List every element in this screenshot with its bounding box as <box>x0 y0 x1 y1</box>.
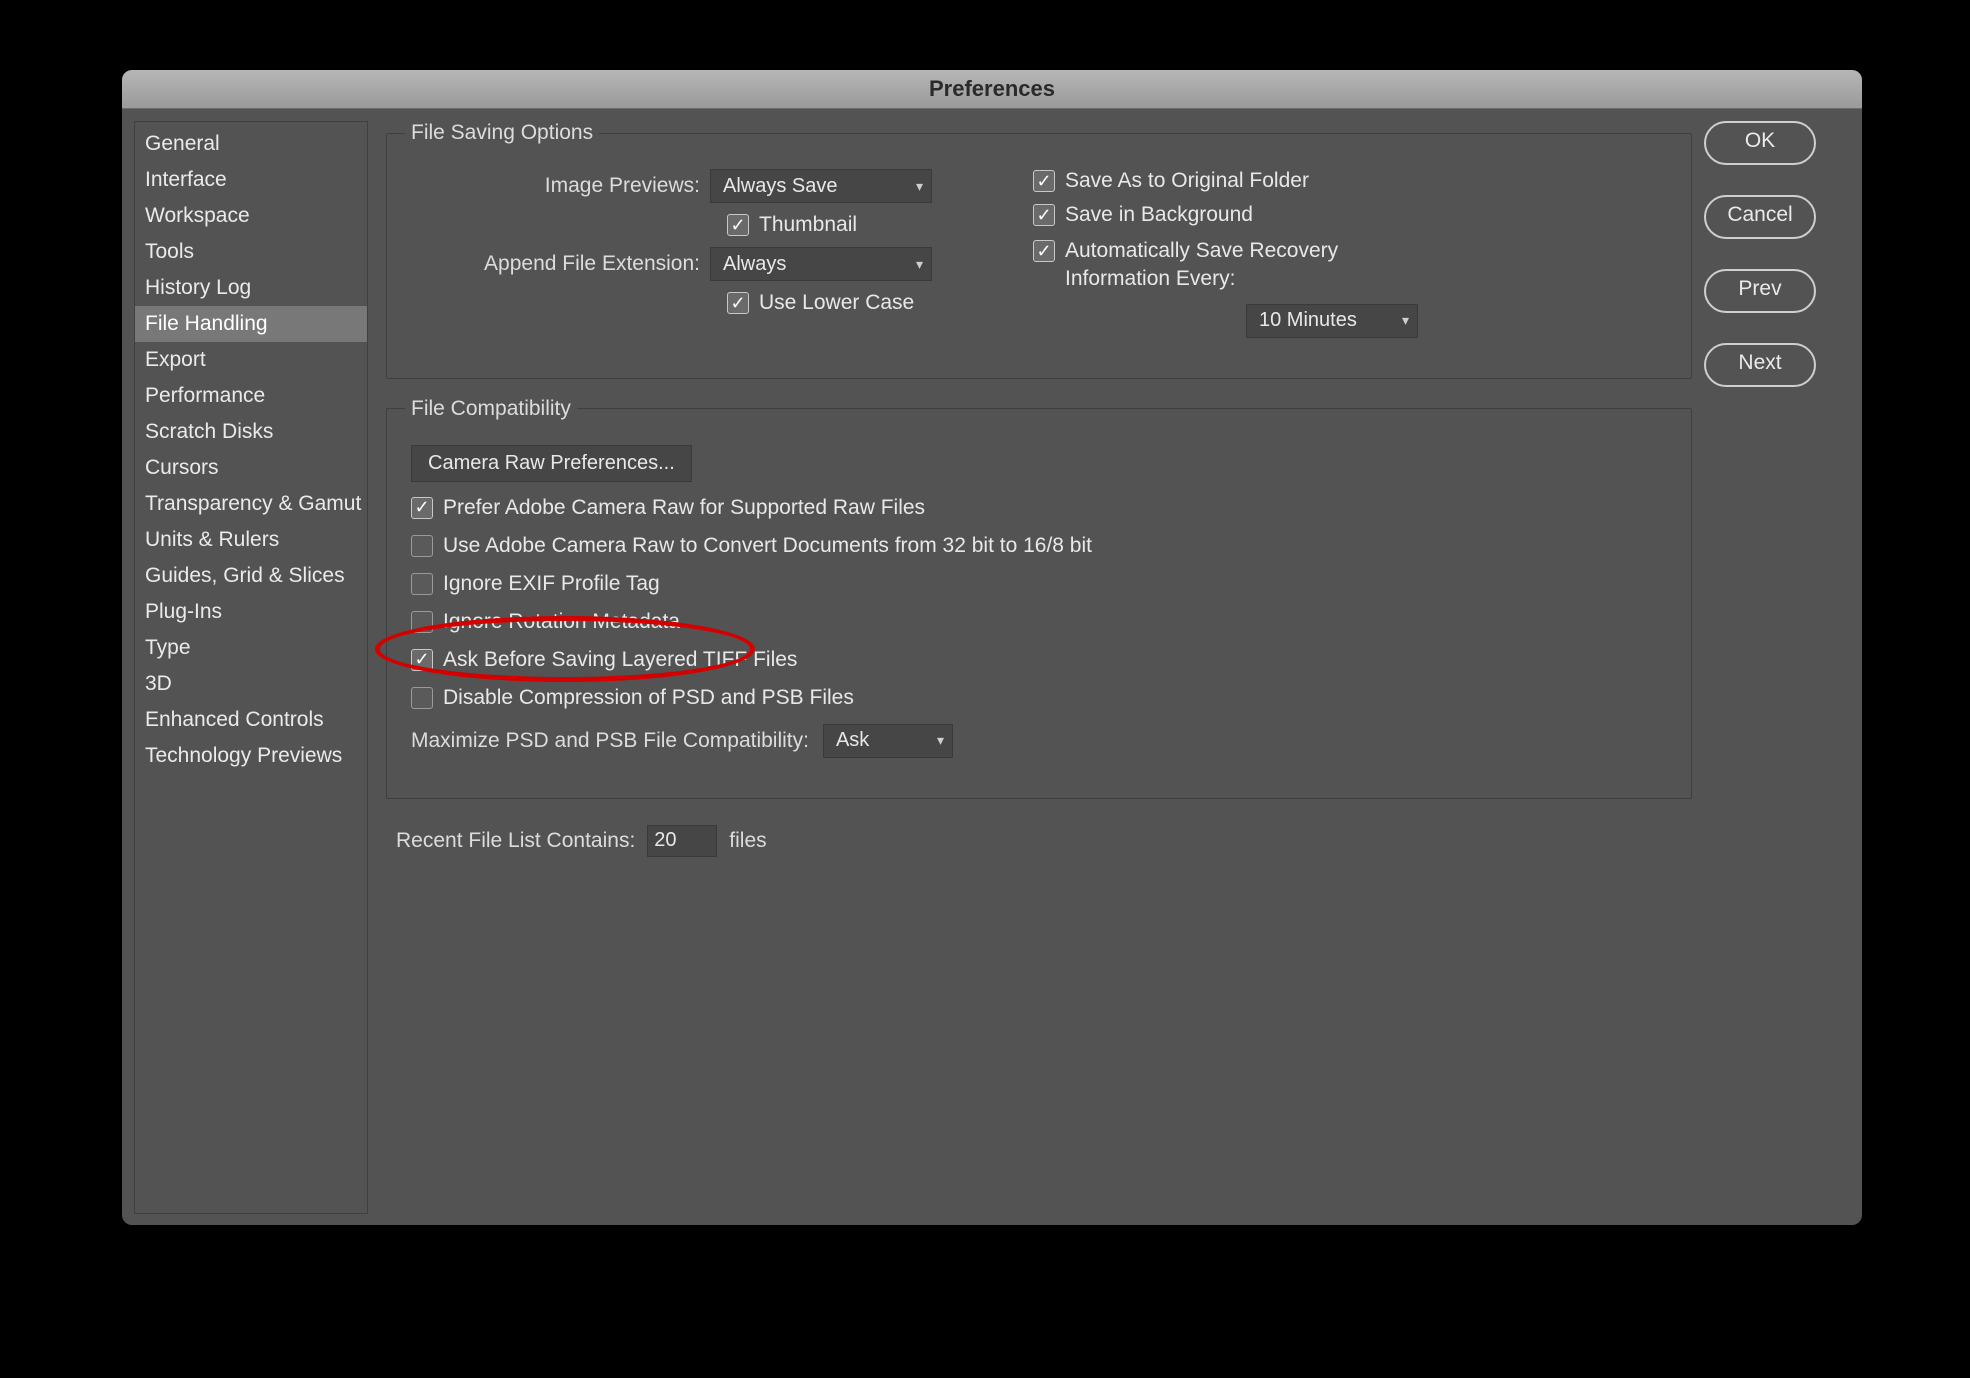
save-background-label: Save in Background <box>1065 203 1253 227</box>
maximize-compat-value: Ask <box>836 729 869 752</box>
ignore-rotation-checkbox[interactable] <box>411 611 433 633</box>
check-icon: ✓ <box>727 292 749 314</box>
ask-tiff-checkbox[interactable]: ✓ <box>411 649 433 671</box>
auto-save-checkbox[interactable]: ✓ Automatically Save Recovery Informatio… <box>1033 237 1338 294</box>
sidebar-item-type[interactable]: Type <box>135 630 367 666</box>
sidebar-item-cursors[interactable]: Cursors <box>135 450 367 486</box>
sidebar-item-plug-ins[interactable]: Plug-Ins <box>135 594 367 630</box>
check-icon: ✓ <box>727 214 749 236</box>
recent-files-suffix: files <box>729 829 766 853</box>
sidebar-item-technology-previews[interactable]: Technology Previews <box>135 738 367 774</box>
sidebar-item-scratch-disks[interactable]: Scratch Disks <box>135 414 367 450</box>
preferences-window: Preferences GeneralInterfaceWorkspaceToo… <box>122 70 1862 1225</box>
disable-compress-label: Disable Compression of PSD and PSB Files <box>443 686 854 710</box>
camera-raw-prefs-button[interactable]: Camera Raw Preferences... <box>411 445 692 482</box>
sidebar-item-file-handling[interactable]: File Handling <box>135 306 367 342</box>
append-ext-label: Append File Extension: <box>405 252 710 276</box>
next-button[interactable]: Next <box>1704 343 1816 387</box>
sidebar-item-3d[interactable]: 3D <box>135 666 367 702</box>
append-ext-value: Always <box>723 253 786 276</box>
save-background-checkbox[interactable]: ✓ Save in Background <box>1033 203 1253 227</box>
auto-save-interval-dropdown[interactable]: 10 Minutes ▾ <box>1246 304 1418 338</box>
auto-save-interval-value: 10 Minutes <box>1259 309 1357 332</box>
use-acr-convert-checkbox[interactable] <box>411 535 433 557</box>
image-previews-dropdown[interactable]: Always Save ▾ <box>710 169 932 203</box>
group-file-compatibility-legend: File Compatibility <box>405 397 577 421</box>
ask-tiff-label: Ask Before Saving Layered TIFF Files <box>443 648 797 672</box>
sidebar-item-transparency-gamut[interactable]: Transparency & Gamut <box>135 486 367 522</box>
sidebar-item-units-rulers[interactable]: Units & Rulers <box>135 522 367 558</box>
sidebar-item-guides-grid-slices[interactable]: Guides, Grid & Slices <box>135 558 367 594</box>
sidebar-item-workspace[interactable]: Workspace <box>135 198 367 234</box>
image-previews-value: Always Save <box>723 175 838 198</box>
thumbnail-label: Thumbnail <box>759 213 857 237</box>
check-icon: ✓ <box>1033 170 1055 192</box>
save-as-original-label: Save As to Original Folder <box>1065 169 1309 193</box>
sidebar-item-general[interactable]: General <box>135 126 367 162</box>
group-file-compatibility: File Compatibility Camera Raw Preference… <box>386 397 1692 799</box>
sidebar-item-export[interactable]: Export <box>135 342 367 378</box>
lower-case-label: Use Lower Case <box>759 291 914 315</box>
sidebar-item-performance[interactable]: Performance <box>135 378 367 414</box>
chevron-down-icon: ▾ <box>937 732 944 749</box>
check-icon: ✓ <box>1033 240 1055 262</box>
lower-case-checkbox[interactable]: ✓ Use Lower Case <box>727 291 914 315</box>
main-panel: File Saving Options Image Previews: Alwa… <box>368 109 1700 1225</box>
maximize-compat-label: Maximize PSD and PSB File Compatibility: <box>411 729 809 753</box>
window-title: Preferences <box>929 76 1055 102</box>
chevron-down-icon: ▾ <box>916 256 923 273</box>
thumbnail-checkbox[interactable]: ✓ Thumbnail <box>727 213 857 237</box>
dialog-buttons: OK Cancel Prev Next <box>1700 109 1862 1225</box>
sidebar-item-history-log[interactable]: History Log <box>135 270 367 306</box>
auto-save-label: Automatically Save Recovery Information … <box>1065 237 1338 294</box>
ignore-rotation-label: Ignore Rotation Metadata <box>443 610 680 634</box>
image-previews-label: Image Previews: <box>405 174 710 198</box>
ignore-exif-checkbox[interactable] <box>411 573 433 595</box>
disable-compress-checkbox[interactable] <box>411 687 433 709</box>
check-icon: ✓ <box>1033 204 1055 226</box>
sidebar: GeneralInterfaceWorkspaceToolsHistory Lo… <box>134 121 368 1214</box>
append-ext-dropdown[interactable]: Always ▾ <box>710 247 932 281</box>
group-file-saving-legend: File Saving Options <box>405 121 599 145</box>
recent-files-label: Recent File List Contains: <box>396 829 635 853</box>
prefer-acr-label: Prefer Adobe Camera Raw for Supported Ra… <box>443 496 925 520</box>
titlebar: Preferences <box>122 70 1862 109</box>
sidebar-item-interface[interactable]: Interface <box>135 162 367 198</box>
use-acr-convert-label: Use Adobe Camera Raw to Convert Document… <box>443 534 1092 558</box>
maximize-compat-dropdown[interactable]: Ask ▾ <box>823 724 953 758</box>
save-as-original-checkbox[interactable]: ✓ Save As to Original Folder <box>1033 169 1309 193</box>
prefer-acr-checkbox[interactable]: ✓ <box>411 497 433 519</box>
chevron-down-icon: ▾ <box>1402 312 1409 329</box>
prev-button[interactable]: Prev <box>1704 269 1816 313</box>
cancel-button[interactable]: Cancel <box>1704 195 1816 239</box>
ok-button[interactable]: OK <box>1704 121 1816 165</box>
group-file-saving: File Saving Options Image Previews: Alwa… <box>386 121 1692 379</box>
recent-files-row: Recent File List Contains: files <box>396 825 1692 857</box>
sidebar-item-enhanced-controls[interactable]: Enhanced Controls <box>135 702 367 738</box>
sidebar-item-tools[interactable]: Tools <box>135 234 367 270</box>
chevron-down-icon: ▾ <box>916 178 923 195</box>
ignore-exif-label: Ignore EXIF Profile Tag <box>443 572 660 596</box>
recent-files-input[interactable] <box>647 825 717 857</box>
